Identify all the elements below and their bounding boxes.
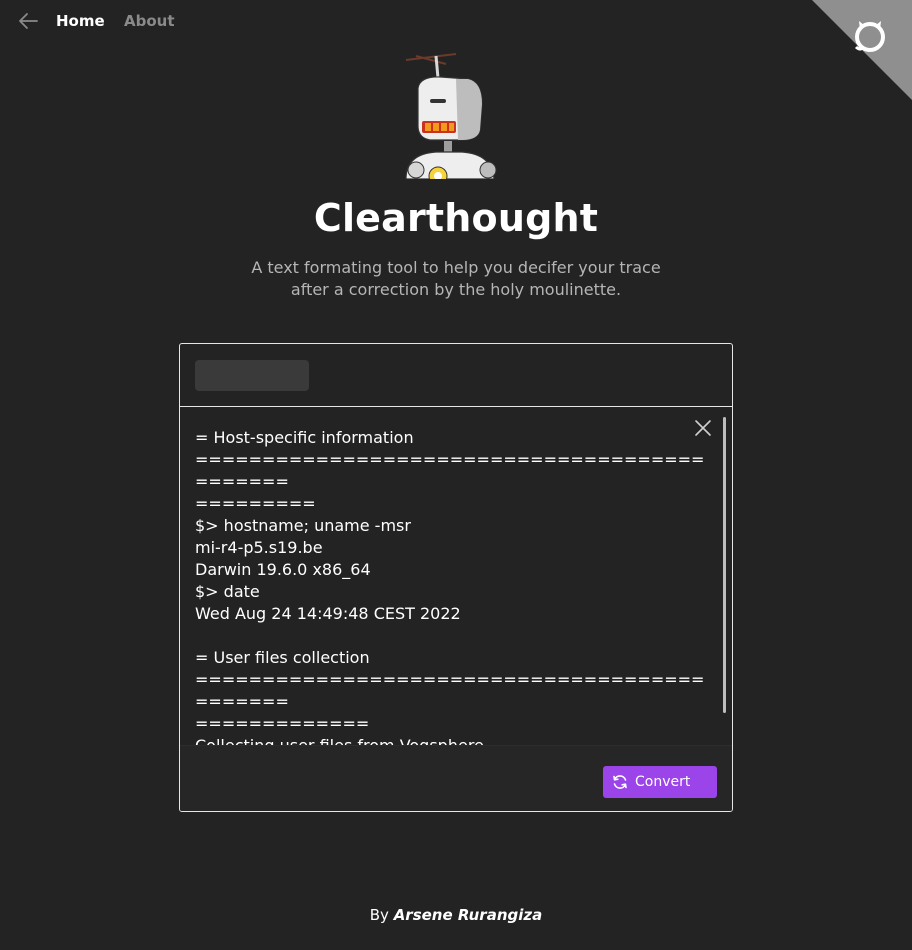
page-title: Clearthought bbox=[313, 196, 599, 240]
trace-text[interactable]: = Host-specific information ============… bbox=[195, 427, 710, 745]
trace-textarea[interactable]: = Host-specific information ============… bbox=[180, 407, 732, 745]
author-name: Arsene Rurangiza bbox=[393, 906, 543, 924]
close-icon[interactable] bbox=[694, 419, 712, 437]
loading-placeholder bbox=[195, 360, 309, 391]
card-footer: Convert bbox=[180, 745, 732, 811]
nav-home-link[interactable]: Home bbox=[56, 12, 105, 30]
converter-card: = Host-specific information ============… bbox=[179, 343, 733, 812]
refresh-icon bbox=[612, 774, 628, 790]
credit-by: By bbox=[369, 906, 389, 924]
author-credit: By Arsene Rurangiza bbox=[0, 906, 912, 924]
page: Home About Clearthought A text formating… bbox=[0, 0, 912, 950]
card-header bbox=[180, 344, 732, 407]
scrollbar[interactable] bbox=[723, 417, 726, 713]
robot-logo bbox=[396, 48, 506, 186]
convert-label: Convert bbox=[635, 774, 691, 790]
arrow-left-icon[interactable] bbox=[17, 11, 39, 31]
nav-about-link[interactable]: About bbox=[124, 12, 175, 30]
convert-button[interactable]: Convert bbox=[603, 766, 717, 798]
subtitle-line: A text formating tool to help you decife… bbox=[251, 258, 661, 277]
github-corner[interactable] bbox=[812, 0, 912, 100]
subtitle-line: after a correction by the holy moulinett… bbox=[290, 280, 622, 299]
page-subtitle: A text formating tool to help you decife… bbox=[0, 257, 912, 301]
